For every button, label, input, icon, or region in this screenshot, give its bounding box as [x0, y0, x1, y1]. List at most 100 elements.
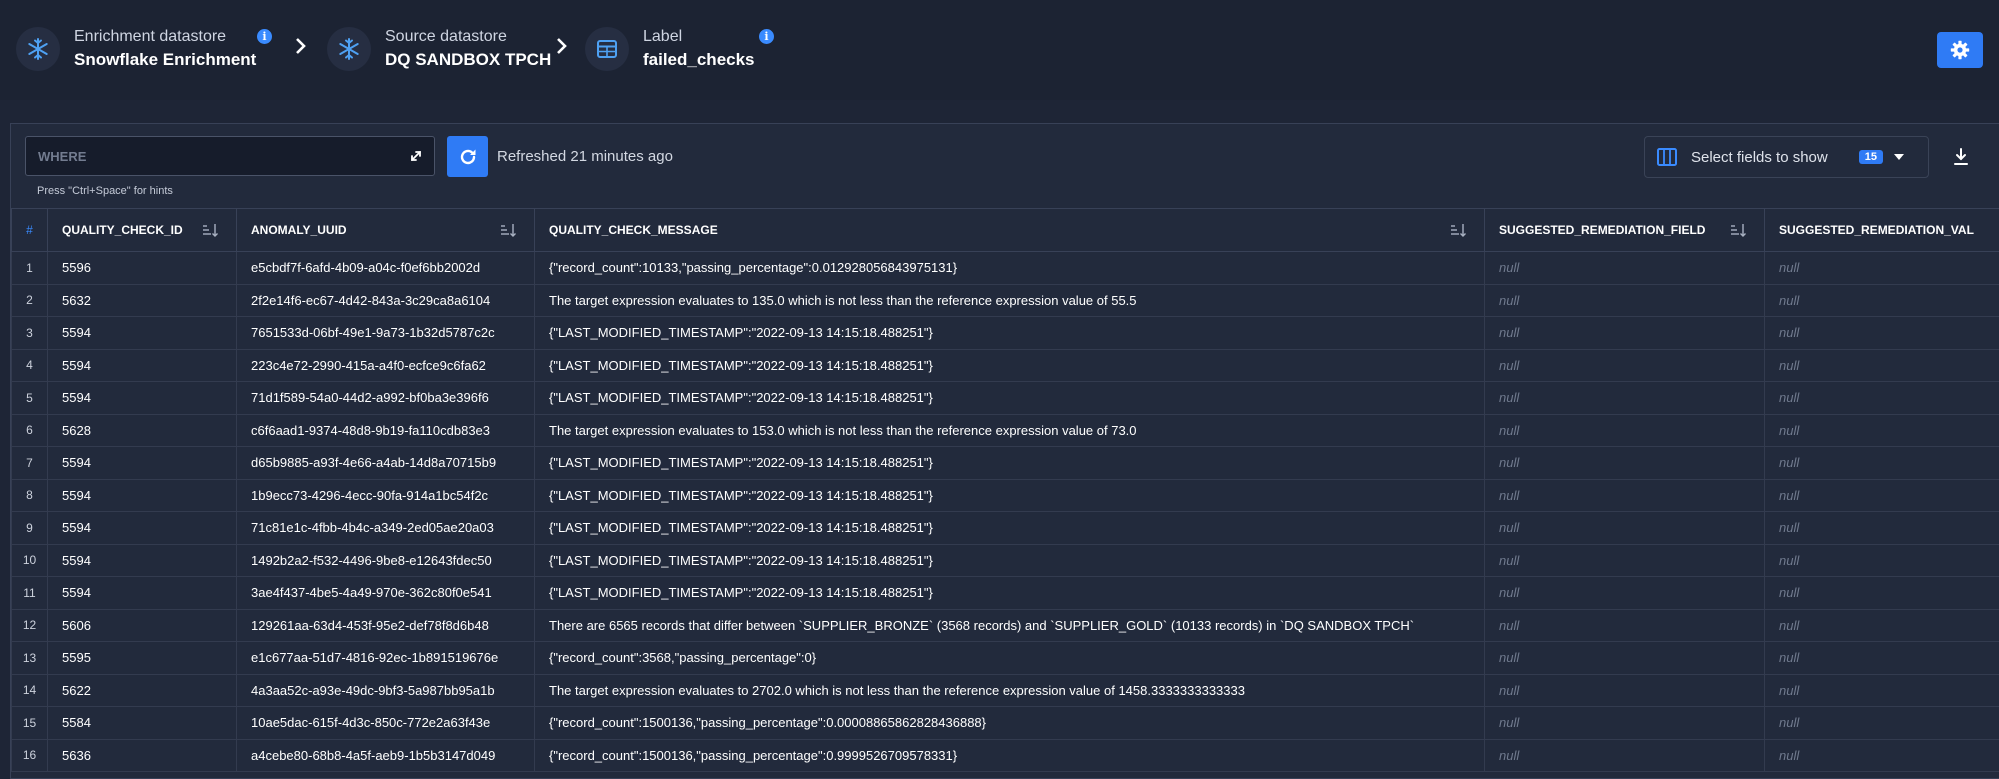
quality-check-message-cell: {"record_count":1500136,"passing_percent… — [534, 706, 1485, 740]
column-header-index: # — [11, 208, 48, 252]
breadcrumb-label: Source datastore — [385, 28, 507, 45]
anomaly-uuid-cell: e5cbdf7f-6afd-4b09-a04c-f0ef6bb2002d — [236, 251, 535, 285]
table-row[interactable]: 13 5595 e1c677aa-51d7-4816-92ec-1b89151967… — [11, 641, 1999, 675]
suggested-remediation-field-cell: null — [1484, 576, 1765, 610]
table-row[interactable]: 14 5622 4a3aa52c-a93e-49dc-9bf3-5a987bb95a… — [11, 673, 1999, 707]
breadcrumb-label-table[interactable]: Label failed_checks — [585, 26, 755, 72]
suggested-remediation-value-cell: null — [1764, 446, 1999, 480]
table-row[interactable]: 4 5594 223c4e72-2990-415a-a4f0-ecfce9c6fa6… — [11, 348, 1999, 382]
row-index: 10 — [11, 543, 48, 577]
anomaly-uuid-cell: c6f6aad1-9374-48d8-9b19-fa110cdb83e3 — [236, 413, 535, 447]
table-row[interactable]: 1 5596 e5cbdf7f-6afd-4b09-a04c-f0ef6bb2002… — [11, 251, 1999, 285]
sort-icon[interactable] — [1450, 223, 1466, 237]
breadcrumb-source-datastore[interactable]: Source datastore DQ SANDBOX TPCH — [327, 26, 551, 72]
gear-icon — [1950, 40, 1970, 60]
caret-down-icon — [1894, 154, 1904, 160]
breadcrumb-label: Label — [643, 28, 683, 45]
table-row[interactable]: 9 5594 71c81e1c-4fbb-4b4c-a349-2ed05ae20a0… — [11, 511, 1999, 545]
anomaly-uuid-cell: 1b9ecc73-4296-4ecc-90fa-914a1bc54f2c — [236, 478, 535, 512]
suggested-remediation-field-cell: null — [1484, 316, 1765, 350]
select-fields-label: Select fields to show — [1691, 148, 1828, 166]
column-header-label: SUGGESTED_REMEDIATION_FIELD — [1499, 223, 1706, 237]
row-index: 13 — [11, 641, 48, 675]
quality-check-id-cell: 5584 — [47, 706, 237, 740]
quality-check-message-cell: {"record_count":1500136,"passing_percent… — [534, 738, 1485, 772]
suggested-remediation-value-cell: null — [1764, 478, 1999, 512]
sort-icon[interactable] — [1730, 223, 1746, 237]
info-icon[interactable]: i — [759, 29, 774, 44]
suggested-remediation-field-cell: null — [1484, 251, 1765, 285]
table-row[interactable]: 2 5632 2f2e14f6-ec67-4d42-843a-3c29ca8a610… — [11, 283, 1999, 317]
sort-icon[interactable] — [500, 223, 516, 237]
anomaly-uuid-cell: 7651533d-06bf-49e1-9a73-1b32d5787c2c — [236, 316, 535, 350]
expand-icon[interactable] — [408, 148, 424, 164]
table-row[interactable]: 12 5606 129261aa-63d4-453f-95e2-def78f8d6b… — [11, 608, 1999, 642]
table-row[interactable]: 16 5636 a4cebe80-68b8-4a5f-aeb9-1b5b3147d0… — [11, 738, 1999, 772]
column-header-suggested-remediation-value[interactable]: SUGGESTED_REMEDIATION_VAL — [1764, 208, 1999, 252]
quality-check-message-cell: The target expression evaluates to 135.0… — [534, 283, 1485, 317]
quality-check-message-cell: The target expression evaluates to 2702.… — [534, 673, 1485, 707]
sort-icon[interactable] — [202, 223, 218, 237]
info-icon[interactable]: i — [257, 29, 272, 44]
breadcrumb-value: Snowflake Enrichment — [74, 50, 257, 69]
quality-check-message-cell: {"LAST_MODIFIED_TIMESTAMP":"2022-09-13 1… — [534, 316, 1485, 350]
quality-check-message-cell: {"LAST_MODIFIED_TIMESTAMP":"2022-09-13 1… — [534, 446, 1485, 480]
quality-check-id-cell: 5594 — [47, 381, 237, 415]
row-index: 3 — [11, 316, 48, 350]
suggested-remediation-value-cell: null — [1764, 706, 1999, 740]
where-input[interactable] — [26, 137, 398, 175]
breadcrumb-value: failed_checks — [643, 50, 755, 69]
table-header-row: # QUALITY_CHECK_ID ANOMALY_UUID QUALITY_… — [11, 208, 1999, 252]
quality-check-id-cell: 5596 — [47, 251, 237, 285]
column-header-quality-check-message[interactable]: QUALITY_CHECK_MESSAGE — [534, 208, 1485, 252]
download-icon[interactable] — [1953, 148, 1969, 166]
select-fields-dropdown[interactable]: Select fields to show 15 — [1644, 136, 1929, 178]
top-bar: Enrichment datastore Snowflake Enrichmen… — [0, 0, 1999, 100]
anomaly-uuid-cell: a4cebe80-68b8-4a5f-aeb9-1b5b3147d049 — [236, 738, 535, 772]
column-header-quality-check-id[interactable]: QUALITY_CHECK_ID — [47, 208, 237, 252]
table-row[interactable]: 3 5594 7651533d-06bf-49e1-9a73-1b32d5787c2… — [11, 316, 1999, 350]
quality-check-id-cell: 5606 — [47, 608, 237, 642]
quality-check-id-cell: 5594 — [47, 478, 237, 512]
column-header-suggested-remediation-field[interactable]: SUGGESTED_REMEDIATION_FIELD — [1484, 208, 1765, 252]
breadcrumb-enrichment-datastore[interactable]: Enrichment datastore Snowflake Enrichmen… — [16, 26, 256, 72]
suggested-remediation-value-cell: null — [1764, 576, 1999, 610]
quality-check-id-cell: 5594 — [47, 316, 237, 350]
suggested-remediation-value-cell: null — [1764, 251, 1999, 285]
suggested-remediation-field-cell: null — [1484, 283, 1765, 317]
suggested-remediation-field-cell: null — [1484, 608, 1765, 642]
anomaly-uuid-cell: 1492b2a2-f532-4496-9be8-e12643fdec50 — [236, 543, 535, 577]
anomaly-uuid-cell: 223c4e72-2990-415a-a4f0-ecfce9c6fa62 — [236, 348, 535, 382]
quality-check-id-cell: 5595 — [47, 641, 237, 675]
quality-check-id-cell: 5622 — [47, 673, 237, 707]
snowflake-icon — [16, 27, 60, 71]
suggested-remediation-field-cell: null — [1484, 706, 1765, 740]
suggested-remediation-value-cell: null — [1764, 608, 1999, 642]
quality-check-message-cell: {"LAST_MODIFIED_TIMESTAMP":"2022-09-13 1… — [534, 381, 1485, 415]
quality-check-id-cell: 5594 — [47, 543, 237, 577]
row-index: 15 — [11, 706, 48, 740]
anomaly-uuid-cell: 129261aa-63d4-453f-95e2-def78f8d6b48 — [236, 608, 535, 642]
suggested-remediation-field-cell: null — [1484, 348, 1765, 382]
table-row[interactable]: 7 5594 d65b9885-a93f-4e66-a4ab-14d8a70715b… — [11, 446, 1999, 480]
row-index: 4 — [11, 348, 48, 382]
table-row[interactable]: 5 5594 71d1f589-54a0-44d2-a992-bf0ba3e396f… — [11, 381, 1999, 415]
table-row[interactable]: 6 5628 c6f6aad1-9374-48d8-9b19-fa110cdb83e… — [11, 413, 1999, 447]
settings-button[interactable] — [1937, 32, 1983, 68]
where-filter[interactable] — [25, 136, 435, 176]
table-row[interactable]: 11 5594 3ae4f437-4be5-4a49-970e-362c80f0e5… — [11, 576, 1999, 610]
row-index: 2 — [11, 283, 48, 317]
suggested-remediation-value-cell: null — [1764, 673, 1999, 707]
suggested-remediation-value-cell: null — [1764, 381, 1999, 415]
table-row[interactable]: 10 5594 1492b2a2-f532-4496-9be8-e12643fdec… — [11, 543, 1999, 577]
table-row[interactable]: 8 5594 1b9ecc73-4296-4ecc-90fa-914a1bc54f2… — [11, 478, 1999, 512]
suggested-remediation-field-cell: null — [1484, 446, 1765, 480]
table-row[interactable]: 15 5584 10ae5dac-615f-4d3c-850c-772e2a63f4… — [11, 706, 1999, 740]
quality-check-id-cell: 5594 — [47, 446, 237, 480]
refresh-button[interactable] — [447, 136, 488, 177]
quality-check-id-cell: 5632 — [47, 283, 237, 317]
column-header-anomaly-uuid[interactable]: ANOMALY_UUID — [236, 208, 535, 252]
suggested-remediation-value-cell: null — [1764, 413, 1999, 447]
suggested-remediation-value-cell: null — [1764, 348, 1999, 382]
suggested-remediation-field-cell: null — [1484, 543, 1765, 577]
